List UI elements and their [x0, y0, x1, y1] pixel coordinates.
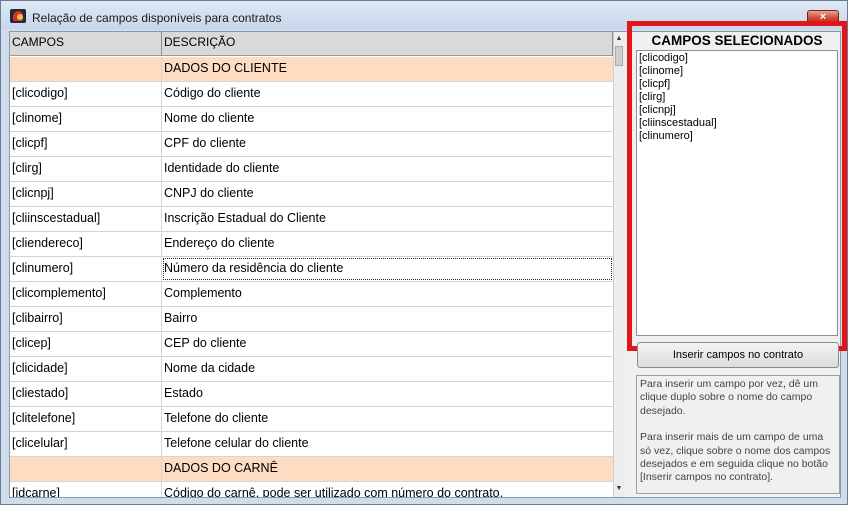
descricao-cell[interactable]: Código do carnê, pode ser utilizado com …	[162, 482, 613, 497]
selected-fields-title: CAMPOS SELECIONADOS	[651, 33, 823, 48]
section-label[interactable]: DADOS DO CARNÊ	[162, 457, 613, 481]
table-row[interactable]: [clicidade] Nome da cidade	[10, 357, 613, 382]
selected-field-item[interactable]: [clicnpj]	[639, 104, 835, 117]
section-row[interactable]: DADOS DO CARNÊ	[10, 457, 613, 482]
scroll-down-icon[interactable]: ▼	[614, 482, 624, 495]
selected-fields-list[interactable]: [clicodigo] [clinome] [clicpf] [clirg] [clic…	[636, 50, 838, 336]
help-paragraph-1: Para inserir um campo por vez, dê um cli…	[640, 378, 818, 417]
campo-cell[interactable]: [clicomplemento]	[10, 282, 162, 306]
title-bar[interactable]: Relação de campos disponíveis para contr…	[1, 1, 847, 29]
table-row[interactable]: [cliendereco] Endereço do cliente	[10, 232, 613, 257]
selected-field-item[interactable]: [clicpf]	[639, 78, 835, 91]
descricao-cell[interactable]: Estado	[162, 382, 613, 406]
section-row[interactable]: DADOS DO CLIENTE	[10, 57, 613, 82]
campo-cell[interactable]: [clicelular]	[10, 432, 162, 456]
dialog-window: Relação de campos disponíveis para contr…	[0, 0, 848, 505]
campo-cell[interactable]: [clitelefone]	[10, 407, 162, 431]
table-row[interactable]: [cliinscestadual] Inscrição Estadual do C…	[10, 207, 613, 232]
table-row[interactable]: [clitelefone] Telefone do cliente	[10, 407, 613, 432]
table-row[interactable]: [idcarne] Código do carnê, pode ser utili…	[10, 482, 613, 497]
fields-grid[interactable]: CAMPOS DESCRIÇÃO DADOS DO CLIENTE [clicod…	[10, 32, 624, 497]
campo-cell[interactable]: [clicpf]	[10, 132, 162, 156]
campo-cell[interactable]: [clicidade]	[10, 357, 162, 381]
table-row[interactable]: [clicodigo] Código do cliente	[10, 82, 613, 107]
close-icon: ×	[819, 11, 827, 23]
campo-cell[interactable]: [clirg]	[10, 157, 162, 181]
descricao-cell[interactable]: CNPJ do cliente	[162, 182, 613, 206]
close-button[interactable]: ×	[807, 10, 839, 26]
descricao-cell[interactable]: Telefone do cliente	[162, 407, 613, 431]
descricao-cell[interactable]: Código do cliente	[162, 82, 613, 106]
descricao-cell[interactable]: CPF do cliente	[162, 132, 613, 156]
campo-cell[interactable]: [idcarne]	[10, 482, 162, 497]
campo-cell[interactable]: [clicnpj]	[10, 182, 162, 206]
descricao-cell[interactable]: Complemento	[162, 282, 613, 306]
column-header-campos[interactable]: CAMPOS	[10, 32, 162, 56]
table-row[interactable]: [clicpf] CPF do cliente	[10, 132, 613, 157]
campo-cell[interactable]: [cliinscestadual]	[10, 207, 162, 231]
descricao-cell[interactable]: Nome da cidade	[162, 357, 613, 381]
grid-header: CAMPOS DESCRIÇÃO	[10, 32, 613, 56]
campo-cell[interactable]: [cliestado]	[10, 382, 162, 406]
scroll-up-icon[interactable]: ▲	[614, 32, 624, 45]
grid-rows: DADOS DO CLIENTE [clicodigo] Código do cli…	[10, 57, 613, 497]
table-row[interactable]: [clicep] CEP do cliente	[10, 332, 613, 357]
campo-cell[interactable]: [clinome]	[10, 107, 162, 131]
table-row[interactable]: [clinumero] Número da residência do clien…	[10, 257, 613, 282]
campo-cell[interactable]	[10, 457, 162, 481]
descricao-cell[interactable]: CEP do cliente	[162, 332, 613, 356]
table-row[interactable]: [clicelular] Telefone celular do cliente	[10, 432, 613, 457]
descricao-cell[interactable]: Endereço do cliente	[162, 232, 613, 256]
table-row[interactable]: [cliestado] Estado	[10, 382, 613, 407]
campo-cell[interactable]: [clibairro]	[10, 307, 162, 331]
descricao-cell[interactable]: Número da residência do cliente	[162, 257, 613, 281]
campo-cell[interactable]: [clicodigo]	[10, 82, 162, 106]
help-paragraph-2: Para inserir mais de um campo de uma só …	[640, 431, 831, 484]
insert-fields-button[interactable]: Inserir campos no contrato	[637, 342, 839, 368]
table-row[interactable]: [clibairro] Bairro	[10, 307, 613, 332]
table-row[interactable]: [clinome] Nome do cliente	[10, 107, 613, 132]
selected-field-item[interactable]: [cliinscestadual]	[639, 117, 835, 130]
section-label[interactable]: DADOS DO CLIENTE	[162, 57, 613, 81]
descricao-cell[interactable]: Bairro	[162, 307, 613, 331]
table-row[interactable]: [clicnpj] CNPJ do cliente	[10, 182, 613, 207]
column-header-descricao[interactable]: DESCRIÇÃO	[162, 32, 613, 56]
descricao-cell[interactable]: Telefone celular do cliente	[162, 432, 613, 456]
table-row[interactable]: [clirg] Identidade do cliente	[10, 157, 613, 182]
descricao-cell[interactable]: Identidade do cliente	[162, 157, 613, 181]
descricao-cell[interactable]: Nome do cliente	[162, 107, 613, 131]
vertical-scrollbar[interactable]: ▲ ▼	[613, 32, 624, 497]
campo-cell[interactable]	[10, 57, 162, 81]
window-title: Relação de campos disponíveis para contr…	[32, 11, 282, 25]
scroll-thumb[interactable]	[615, 46, 623, 66]
dialog-body: CAMPOS DESCRIÇÃO DADOS DO CLIENTE [clicod…	[9, 21, 847, 498]
table-row[interactable]: [clicomplemento] Complemento	[10, 282, 613, 307]
campo-cell[interactable]: [cliendereco]	[10, 232, 162, 256]
selected-field-item[interactable]: [clicodigo]	[639, 52, 835, 65]
selected-field-item[interactable]: [clinumero]	[639, 130, 835, 143]
app-icon	[10, 9, 26, 23]
selected-field-item[interactable]: [clinome]	[639, 65, 835, 78]
descricao-cell[interactable]: Inscrição Estadual do Cliente	[162, 207, 613, 231]
selected-field-item[interactable]: [clirg]	[639, 91, 835, 104]
campo-cell[interactable]: [clinumero]	[10, 257, 162, 281]
help-text-box: Para inserir um campo por vez, dê um cli…	[636, 375, 840, 494]
campo-cell[interactable]: [clicep]	[10, 332, 162, 356]
